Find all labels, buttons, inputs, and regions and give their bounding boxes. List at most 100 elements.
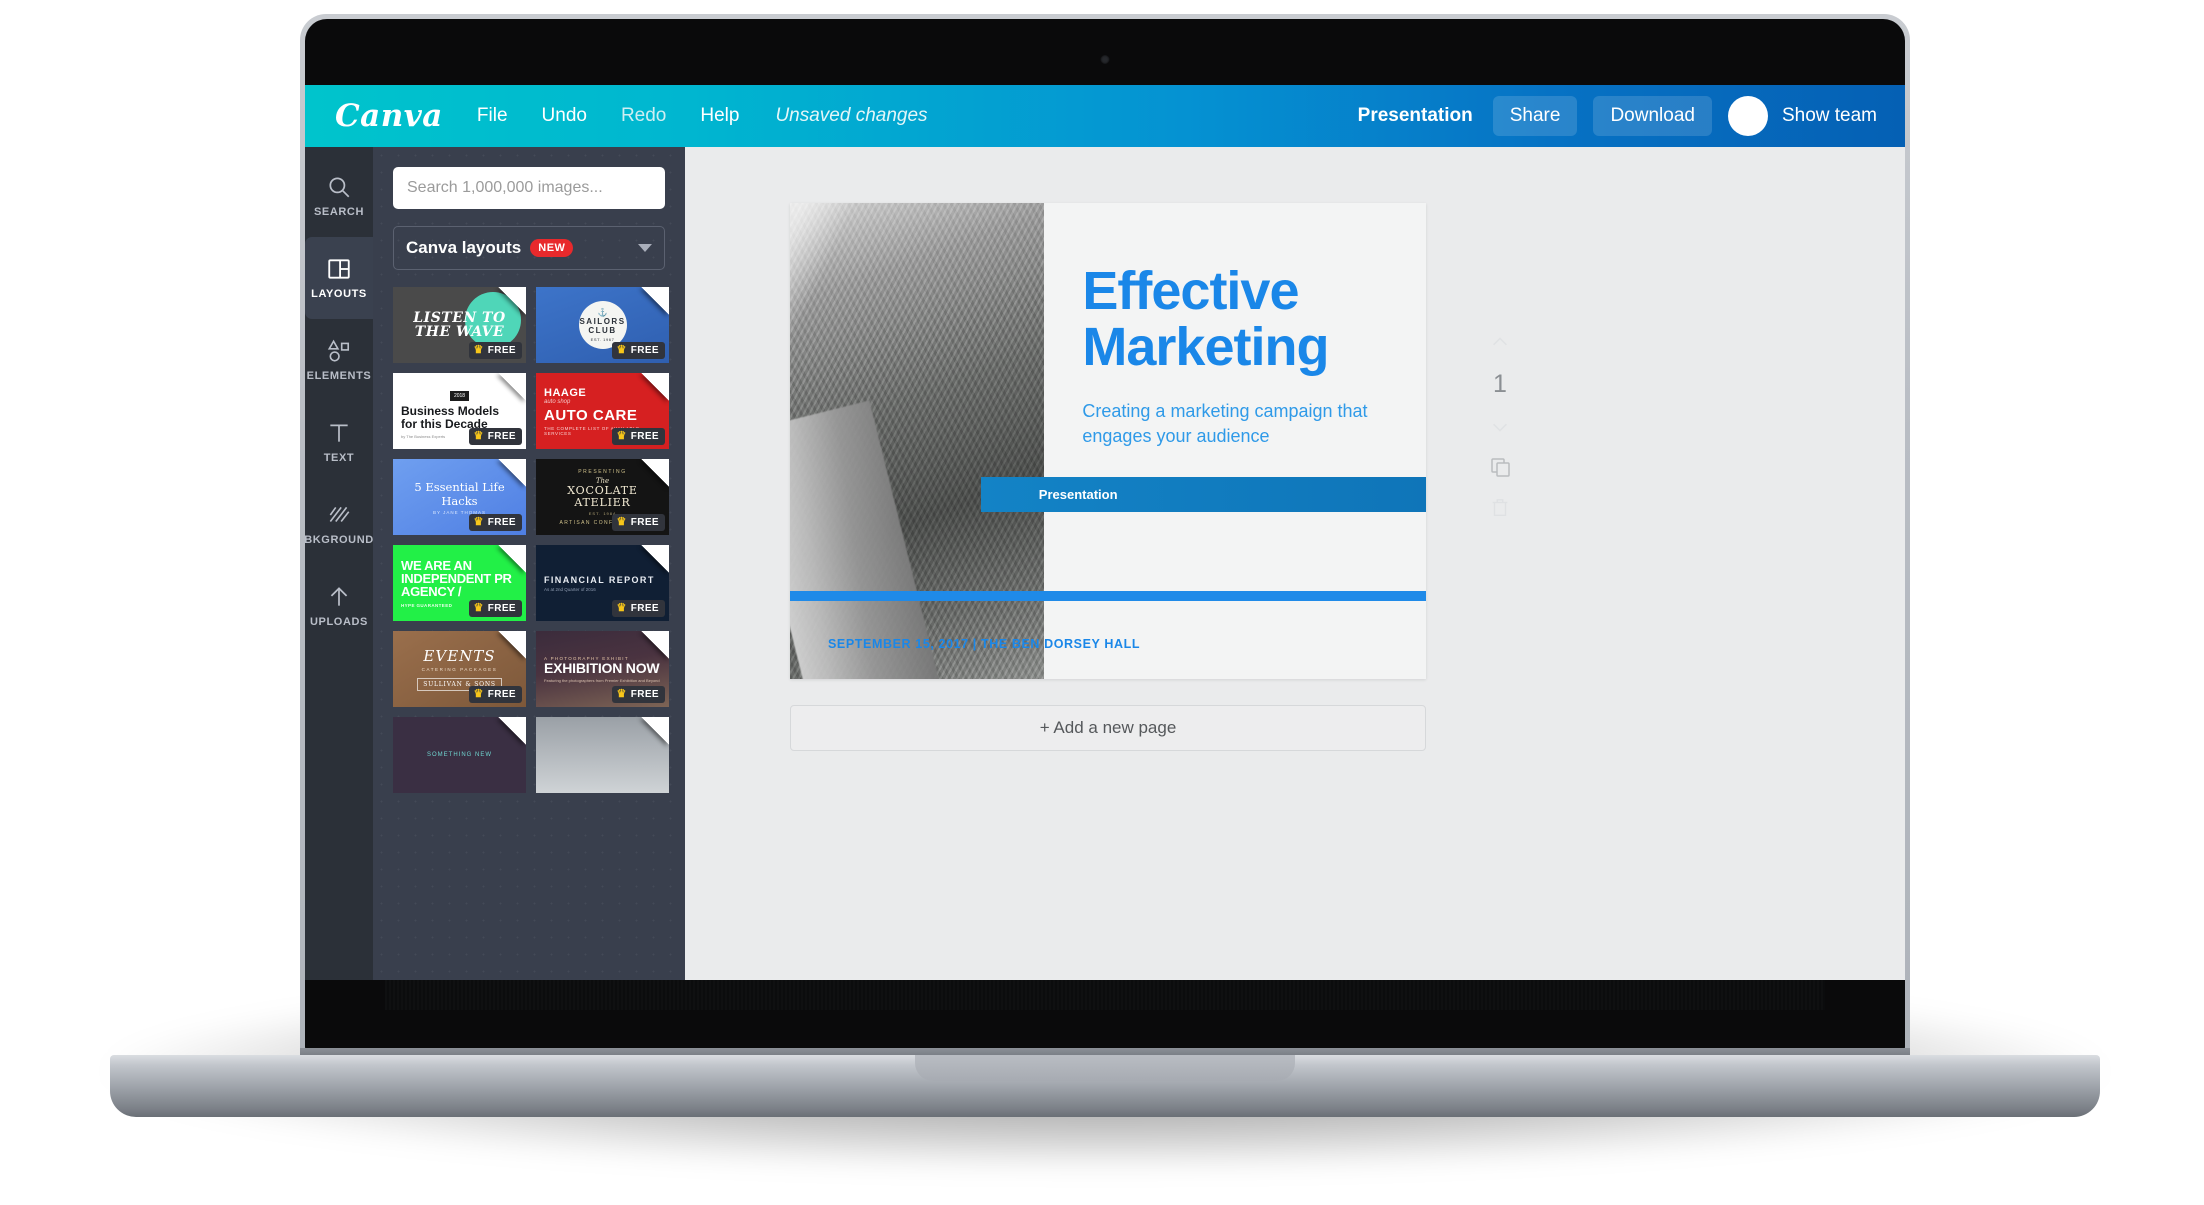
laptop-base [110, 1055, 2100, 1117]
template-title: SAILORS CLUB [579, 317, 626, 335]
background-icon [329, 506, 350, 522]
menu-item-redo[interactable]: Redo [621, 105, 666, 127]
page-curl-icon [641, 373, 669, 401]
download-button[interactable]: Download [1593, 96, 1712, 136]
crown-icon: ♛ [616, 602, 627, 614]
slide-text-column: Effective Marketing Creating a marketing… [1044, 203, 1426, 679]
template-thumbnail[interactable]: ⚓ SAILORS CLUB EST. 1967 ♛ FREE [536, 287, 669, 363]
page-curl-icon [641, 287, 669, 315]
slide-subtitle[interactable]: Creating a marketing campaign that engag… [1082, 399, 1382, 449]
free-label: FREE [487, 689, 516, 700]
template-thumbnail[interactable] [536, 717, 669, 793]
sidebar-item-elements[interactable]: ELEMENTS [305, 319, 373, 401]
sidebar-item-search[interactable]: SEARCH [305, 155, 373, 237]
slide-photo [790, 203, 1045, 679]
slide-title[interactable]: Effective Marketing [1082, 263, 1412, 375]
free-badge: ♛ FREE [469, 514, 522, 531]
trash-icon [1492, 499, 1508, 517]
template-thumbnail[interactable]: SOMETHING NEW [393, 717, 526, 793]
sidebar-item-layouts[interactable]: LAYOUTS [305, 237, 373, 319]
layouts-icon [328, 259, 350, 279]
free-badge: ♛ FREE [612, 600, 665, 617]
arrow-up-icon [1493, 337, 1507, 346]
layout-category-select[interactable]: Canva layouts NEW [393, 226, 665, 270]
page-curl-icon [498, 373, 526, 401]
canva-app-window: Canva File Undo Redo Help Unsaved change… [305, 85, 1905, 980]
free-badge: ♛ FREE [469, 686, 522, 703]
template-thumbnail[interactable]: A PHOTOGRAPHY EXHIBIT EXHIBITION NOW Fea… [536, 631, 669, 707]
template-thumbnail[interactable]: PRESENTING The XOCOLATE ATELIER EST. 198… [536, 459, 669, 535]
free-label: FREE [630, 689, 659, 700]
save-status-text: Unsaved changes [775, 105, 928, 126]
menu-item-file[interactable]: File [477, 105, 508, 127]
page-curl-icon [641, 631, 669, 659]
template-title: SOMETHING NEW [427, 752, 492, 758]
free-badge: ♛ FREE [469, 428, 522, 445]
move-page-up-button[interactable] [1489, 332, 1511, 354]
template-thumbnail[interactable]: FINANCIAL REPORT As at 2nd Quarter of 20… [536, 545, 669, 621]
crown-icon: ♛ [473, 344, 484, 356]
layout-category-label: Canva layouts [406, 238, 522, 257]
text-icon [330, 424, 348, 442]
templates-panel: Canva layouts NEW LISTEN TO THE WAVE ♛ F… [373, 147, 685, 980]
template-thumbnail[interactable]: 5 Essential Life Hacks BY JANE THOMAS ♛ … [393, 459, 526, 535]
template-thumbnail[interactable]: EVENTS CATERING PACKAGES SULLIVAN & SONS… [393, 631, 526, 707]
free-label: FREE [487, 517, 516, 528]
template-thumbnail[interactable]: LISTEN TO THE WAVE ♛ FREE [393, 287, 526, 363]
template-thumbnail-grid: LISTEN TO THE WAVE ♛ FREE ⚓ SAILORS CLUB [393, 287, 669, 980]
top-toolbar-right: Presentation Share Download Show team [1358, 96, 1877, 136]
page-curl-icon [641, 459, 669, 487]
template-thumbnail[interactable]: WE ARE AN INDEPENDENT PR AGENCY / HYPE G… [393, 545, 526, 621]
template-title: LISTEN TO THE WAVE [413, 310, 506, 340]
show-team-button[interactable]: Show team [1782, 105, 1877, 127]
elements-icon [327, 339, 350, 362]
template-subtitle: As at 2nd Quarter of 2016 [544, 586, 596, 592]
laptop-screen: Canva File Undo Redo Help Unsaved change… [305, 19, 1905, 1052]
chevron-down-icon [638, 244, 652, 252]
anchor-icon: ⚓ [597, 308, 608, 317]
sidebar-item-text[interactable]: TEXT [305, 401, 373, 483]
free-badge: ♛ FREE [469, 600, 522, 617]
sidebar-label-elements: ELEMENTS [306, 370, 372, 382]
move-page-down-button[interactable] [1489, 415, 1511, 437]
template-thumbnail[interactable]: HAAGE auto shop AUTO CARE THE COMPLETE L… [536, 373, 669, 449]
template-thumbnail[interactable]: 2018 Business Models for this Decade by … [393, 373, 526, 449]
sidebar-label-search: SEARCH [313, 206, 365, 218]
delete-page-button[interactable] [1489, 497, 1511, 519]
canva-logo[interactable]: Canva [335, 98, 443, 134]
page-curl-icon [641, 717, 669, 745]
crown-icon: ♛ [473, 430, 484, 442]
sidebar-item-background[interactable]: BKGROUND [305, 483, 373, 565]
page-curl-icon [498, 459, 526, 487]
sidebar-item-uploads[interactable]: UPLOADS [305, 565, 373, 647]
screenshot-stage: Canva File Undo Redo Help Unsaved change… [0, 0, 2204, 1205]
slide-canvas[interactable]: Presentation Effective Marketing Creatin… [790, 203, 1426, 679]
template-subtitle: CATERING PACKAGES [421, 667, 498, 672]
template-title: EXHIBITION NOW [544, 659, 660, 676]
menu-item-undo[interactable]: Undo [542, 105, 587, 127]
free-label: FREE [487, 431, 516, 442]
document-title[interactable]: Presentation [1358, 105, 1473, 127]
search-box[interactable] [393, 167, 665, 209]
free-badge: ♛ FREE [612, 342, 665, 359]
free-label: FREE [487, 345, 516, 356]
free-badge: ♛ FREE [612, 428, 665, 445]
slide-footer[interactable]: SEPTEMBER 15, 2017 | THE BEN DORSEY HALL [828, 637, 1140, 651]
template-content: FINANCIAL REPORT As at 2nd Quarter of 20… [536, 571, 669, 596]
duplicate-icon [1491, 458, 1510, 477]
duplicate-page-button[interactable] [1488, 455, 1512, 479]
add-new-page-button[interactable]: + Add a new page [790, 705, 1426, 751]
menu-item-help[interactable]: Help [700, 105, 739, 127]
share-button[interactable]: Share [1492, 96, 1578, 136]
slide-divider-bar [790, 591, 1426, 601]
sidebar-label-uploads: UPLOADS [310, 616, 368, 628]
search-input[interactable] [393, 167, 665, 209]
page-number: 1 [1493, 370, 1507, 398]
free-badge: ♛ FREE [612, 686, 665, 703]
sidebar-label-layouts: LAYOUTS [311, 288, 367, 300]
slide-tag[interactable]: Presentation [980, 476, 1426, 512]
template-subtitle: Featuring the photographers from Premier… [544, 677, 660, 683]
avatar[interactable] [1727, 96, 1768, 136]
canvas-area: Presentation Effective Marketing Creatin… [685, 147, 1905, 980]
free-badge: ♛ FREE [469, 342, 522, 359]
